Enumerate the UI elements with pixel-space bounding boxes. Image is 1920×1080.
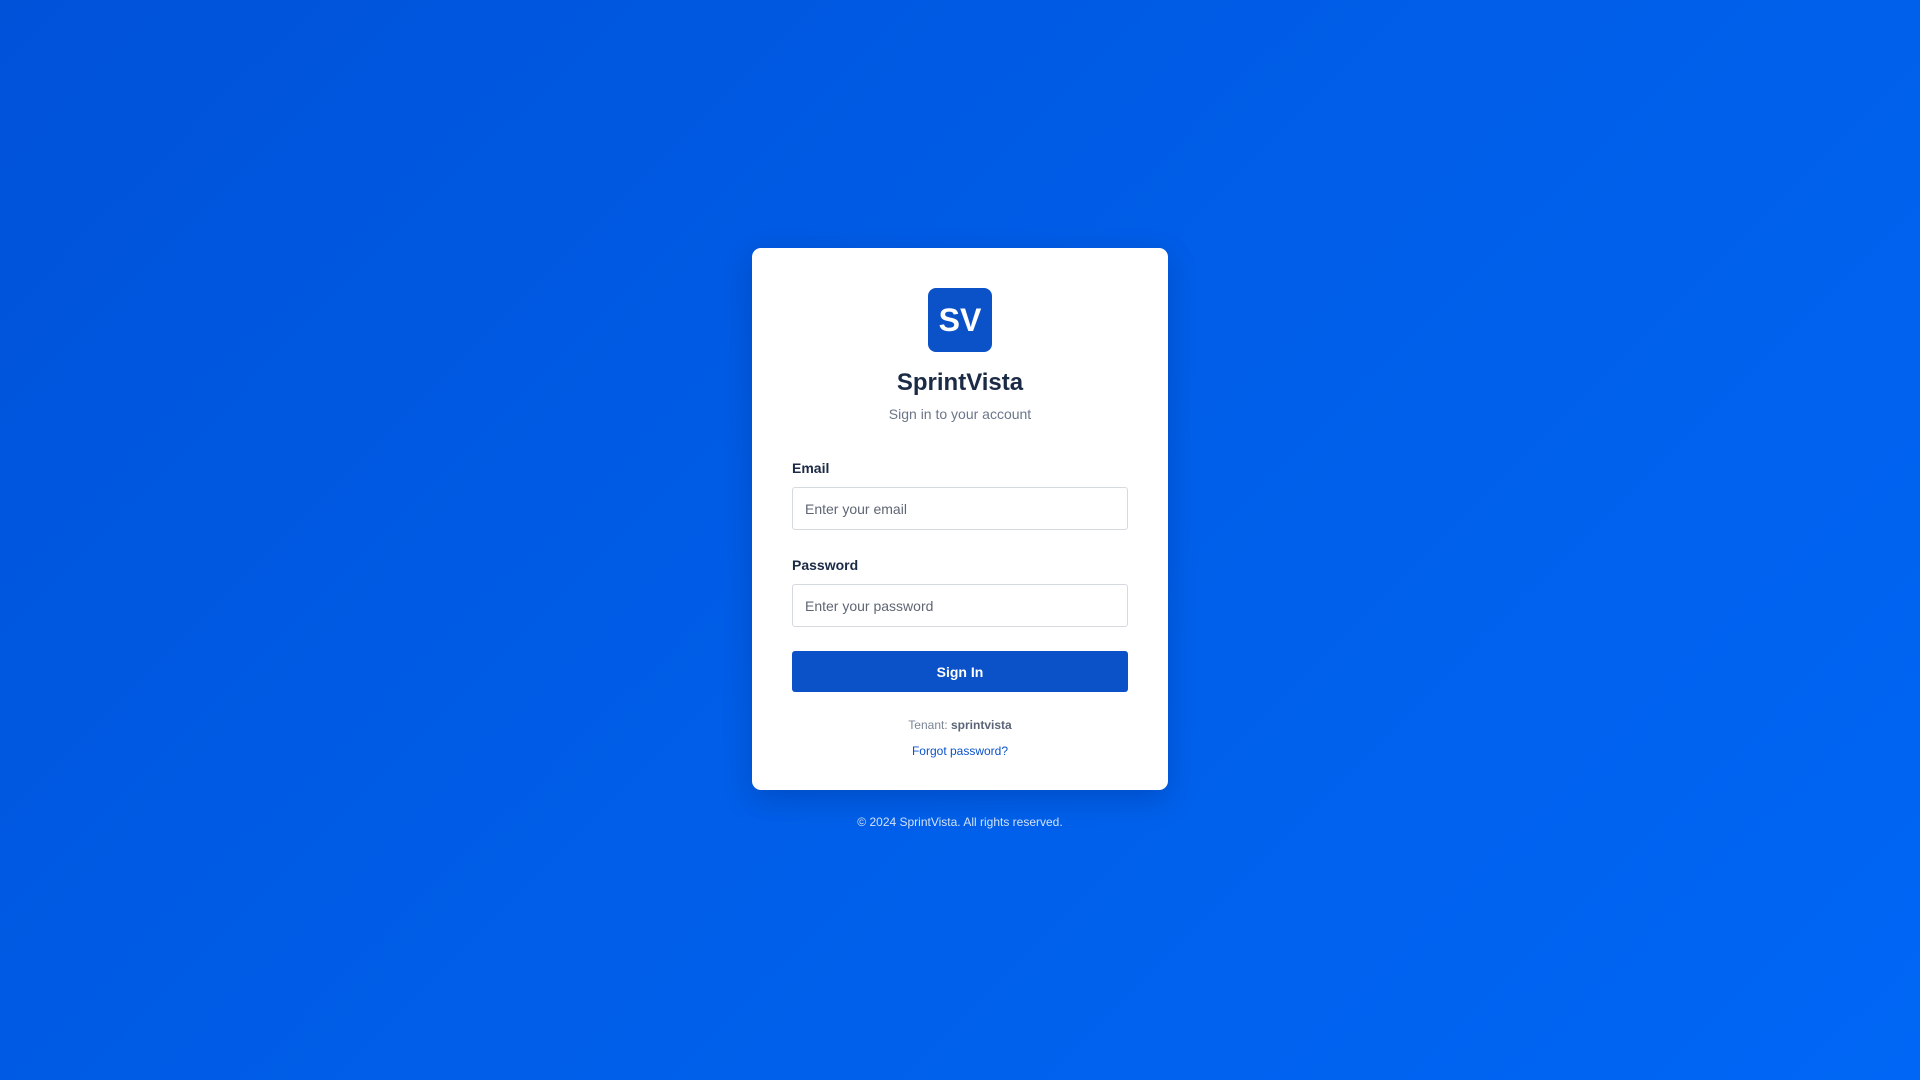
- email-label: Email: [792, 460, 830, 476]
- password-input[interactable]: [792, 584, 1128, 627]
- app-name: SprintVista: [896, 369, 1024, 396]
- tenant-name: sprintvista: [951, 718, 1012, 732]
- login-card: SV SprintVista Sign in to your account E…: [752, 248, 1168, 790]
- logo-container: SV: [792, 288, 1128, 352]
- sign-in-button[interactable]: Sign In: [792, 651, 1128, 692]
- footer-copyright: © 2024 SprintVista. All rights reserved.: [857, 815, 1063, 829]
- login-subtitle: Sign in to your account: [888, 406, 1032, 422]
- email-input[interactable]: [792, 487, 1128, 530]
- login-page: { "brand": { "logo_text": "SV", "app_nam…: [0, 0, 1920, 1080]
- tenant-info: Tenant: sprintvista: [792, 718, 1128, 733]
- tenant-prefix: Tenant:: [908, 718, 951, 732]
- email-field-group: Email: [792, 459, 1128, 530]
- forgot-password-link[interactable]: Forgot password?: [792, 744, 1128, 759]
- password-field-group: Password: [792, 556, 1128, 627]
- password-label: Password: [792, 557, 859, 573]
- app-logo: SV: [928, 288, 992, 352]
